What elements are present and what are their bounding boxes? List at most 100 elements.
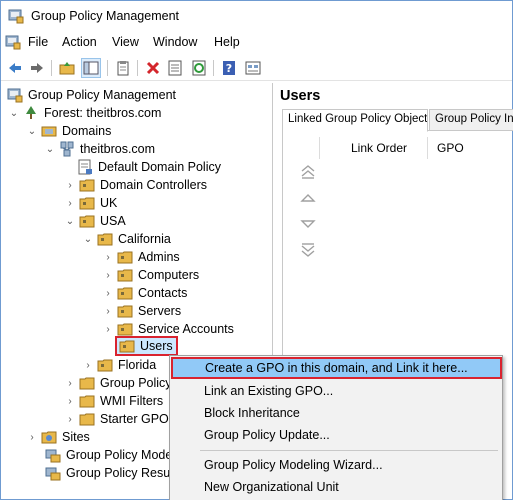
chevron-down-icon[interactable]: ⌄ bbox=[9, 104, 19, 122]
menu-block-inheritance[interactable]: Block Inheritance bbox=[172, 402, 500, 424]
tree-label: Domains bbox=[62, 124, 112, 138]
tab-inheritance[interactable]: Group Policy Inhe bbox=[429, 109, 513, 131]
menu-help[interactable]: Help bbox=[214, 35, 240, 49]
tree-node-usa[interactable]: ⌄ USA bbox=[65, 212, 127, 230]
menu-create-gpo-and-link[interactable]: Create a GPO in this domain, and Link it… bbox=[171, 357, 502, 379]
chevron-right-icon[interactable]: › bbox=[83, 356, 93, 374]
tree-label: Group Policy Mode bbox=[66, 448, 173, 462]
chevron-down-icon[interactable]: ⌄ bbox=[27, 122, 37, 140]
toolbar: ? bbox=[1, 55, 512, 81]
menu-link-existing-gpo[interactable]: Link an Existing GPO... bbox=[172, 380, 500, 402]
tree-node-results[interactable]: Group Policy Result bbox=[45, 464, 177, 482]
chevron-right-icon[interactable]: › bbox=[103, 284, 113, 302]
tree-node-root[interactable]: Group Policy Management bbox=[7, 86, 177, 104]
chevron-right-icon[interactable]: › bbox=[27, 428, 37, 446]
ou-folder-icon bbox=[119, 340, 135, 353]
gpmc-root-icon bbox=[7, 88, 23, 103]
tree-node-group-policy-objects[interactable]: › Group Policy bbox=[65, 374, 173, 392]
tree-label: Default Domain Policy bbox=[98, 160, 221, 174]
refresh-icon[interactable] bbox=[189, 58, 209, 78]
tree-node-modeling[interactable]: Group Policy Mode bbox=[45, 446, 173, 464]
tree-label: USA bbox=[100, 214, 126, 228]
tree-label: Domain Controllers bbox=[100, 178, 207, 192]
console-icon[interactable] bbox=[243, 58, 263, 78]
forest-icon bbox=[26, 106, 36, 119]
tree-node-wmi-filters[interactable]: › WMI Filters bbox=[65, 392, 164, 410]
tree-label: Forest: theitbros.com bbox=[44, 106, 162, 120]
toolbar-separator bbox=[213, 60, 214, 76]
ou-folder-icon bbox=[79, 215, 95, 228]
forward-icon[interactable] bbox=[27, 58, 47, 78]
tree-label: WMI Filters bbox=[100, 394, 164, 408]
tree-label: Servers bbox=[138, 304, 182, 318]
move-down-icon[interactable] bbox=[299, 215, 317, 233]
context-menu: Create a GPO in this domain, and Link it… bbox=[169, 355, 503, 500]
tree-node-servers[interactable]: › Servers bbox=[103, 302, 182, 320]
tree-node-domain[interactable]: ⌄ theitbros.com bbox=[45, 140, 156, 158]
chevron-right-icon[interactable]: › bbox=[65, 392, 75, 410]
gpmc-window: Group Policy Management File Action View… bbox=[0, 0, 513, 500]
chevron-right-icon[interactable]: › bbox=[103, 248, 113, 266]
tree-node-domains[interactable]: ⌄ Domains bbox=[27, 122, 112, 140]
tree-label: Group Policy Result bbox=[66, 466, 177, 480]
chevron-down-icon[interactable]: ⌄ bbox=[45, 140, 55, 158]
toolbar-separator bbox=[137, 60, 138, 76]
move-bottom-icon[interactable] bbox=[299, 241, 317, 259]
tree-node-contacts[interactable]: › Contacts bbox=[103, 284, 188, 302]
menu-modeling-wizard[interactable]: Group Policy Modeling Wizard... bbox=[172, 454, 500, 476]
menu-window[interactable]: Window bbox=[153, 35, 197, 49]
show-hide-tree-icon[interactable] bbox=[81, 58, 101, 78]
properties-icon[interactable] bbox=[165, 58, 185, 78]
tree-node-forest[interactable]: ⌄ Forest: theitbros.com bbox=[9, 104, 162, 122]
menu-separator bbox=[200, 450, 498, 451]
tree-node-california[interactable]: ⌄ California bbox=[83, 230, 172, 248]
column-link-order[interactable]: Link Order bbox=[351, 141, 407, 155]
move-up-icon[interactable] bbox=[299, 189, 317, 207]
tree-node-starter-gpos[interactable]: › Starter GPOs bbox=[65, 410, 176, 428]
toolbar-separator bbox=[51, 60, 52, 76]
tree-node-florida[interactable]: › Florida bbox=[83, 356, 157, 374]
tree-node-users[interactable]: Users bbox=[115, 336, 178, 356]
chevron-right-icon[interactable]: › bbox=[103, 302, 113, 320]
menu-action[interactable]: Action bbox=[62, 35, 97, 49]
help-icon[interactable]: ? bbox=[219, 58, 239, 78]
chevron-right-icon[interactable]: › bbox=[65, 410, 75, 428]
column-divider bbox=[427, 137, 428, 159]
tree-node-sites[interactable]: › Sites bbox=[27, 428, 91, 446]
menu-group-policy-update[interactable]: Group Policy Update... bbox=[172, 424, 500, 446]
chevron-right-icon[interactable]: › bbox=[65, 194, 75, 212]
chevron-down-icon[interactable]: ⌄ bbox=[65, 212, 75, 230]
back-icon[interactable] bbox=[5, 58, 25, 78]
tree-node-uk[interactable]: › UK bbox=[65, 194, 118, 212]
chevron-right-icon[interactable]: › bbox=[103, 320, 113, 338]
menu-file[interactable]: File bbox=[28, 35, 48, 49]
folder-icon bbox=[79, 395, 95, 408]
up-folder-icon[interactable] bbox=[57, 58, 77, 78]
tree-label: Service Accounts bbox=[138, 322, 234, 336]
tree-node-default-policy[interactable]: Default Domain Policy bbox=[77, 158, 222, 176]
domains-icon bbox=[41, 126, 57, 137]
tree-label: Admins bbox=[138, 250, 180, 264]
tab-linked-gpos[interactable]: Linked Group Policy Objects bbox=[282, 109, 428, 132]
tree-node-domain-controllers[interactable]: › Domain Controllers bbox=[65, 176, 208, 194]
console-menu-icon[interactable] bbox=[5, 34, 21, 50]
menu-view[interactable]: View bbox=[112, 35, 139, 49]
ou-folder-icon bbox=[79, 179, 95, 192]
ou-folder-icon bbox=[117, 287, 133, 300]
chevron-right-icon[interactable]: › bbox=[103, 266, 113, 284]
chevron-right-icon[interactable]: › bbox=[65, 374, 75, 392]
clipboard-icon[interactable] bbox=[113, 58, 133, 78]
menu-new-ou[interactable]: New Organizational Unit bbox=[172, 476, 500, 498]
ou-folder-icon bbox=[117, 251, 133, 264]
column-gpo[interactable]: GPO bbox=[437, 141, 464, 155]
chevron-down-icon[interactable]: ⌄ bbox=[83, 230, 93, 248]
delete-icon[interactable] bbox=[143, 58, 163, 78]
move-top-icon[interactable] bbox=[299, 163, 317, 181]
tree-node-computers[interactable]: › Computers bbox=[103, 266, 200, 284]
tree-node-admins[interactable]: › Admins bbox=[103, 248, 181, 266]
toolbar-separator bbox=[107, 60, 108, 76]
tree-label: Starter GPOs bbox=[100, 412, 176, 426]
title-bar: Group Policy Management bbox=[1, 1, 512, 31]
chevron-right-icon[interactable]: › bbox=[65, 176, 75, 194]
tree-label: Group Policy Management bbox=[28, 88, 176, 102]
